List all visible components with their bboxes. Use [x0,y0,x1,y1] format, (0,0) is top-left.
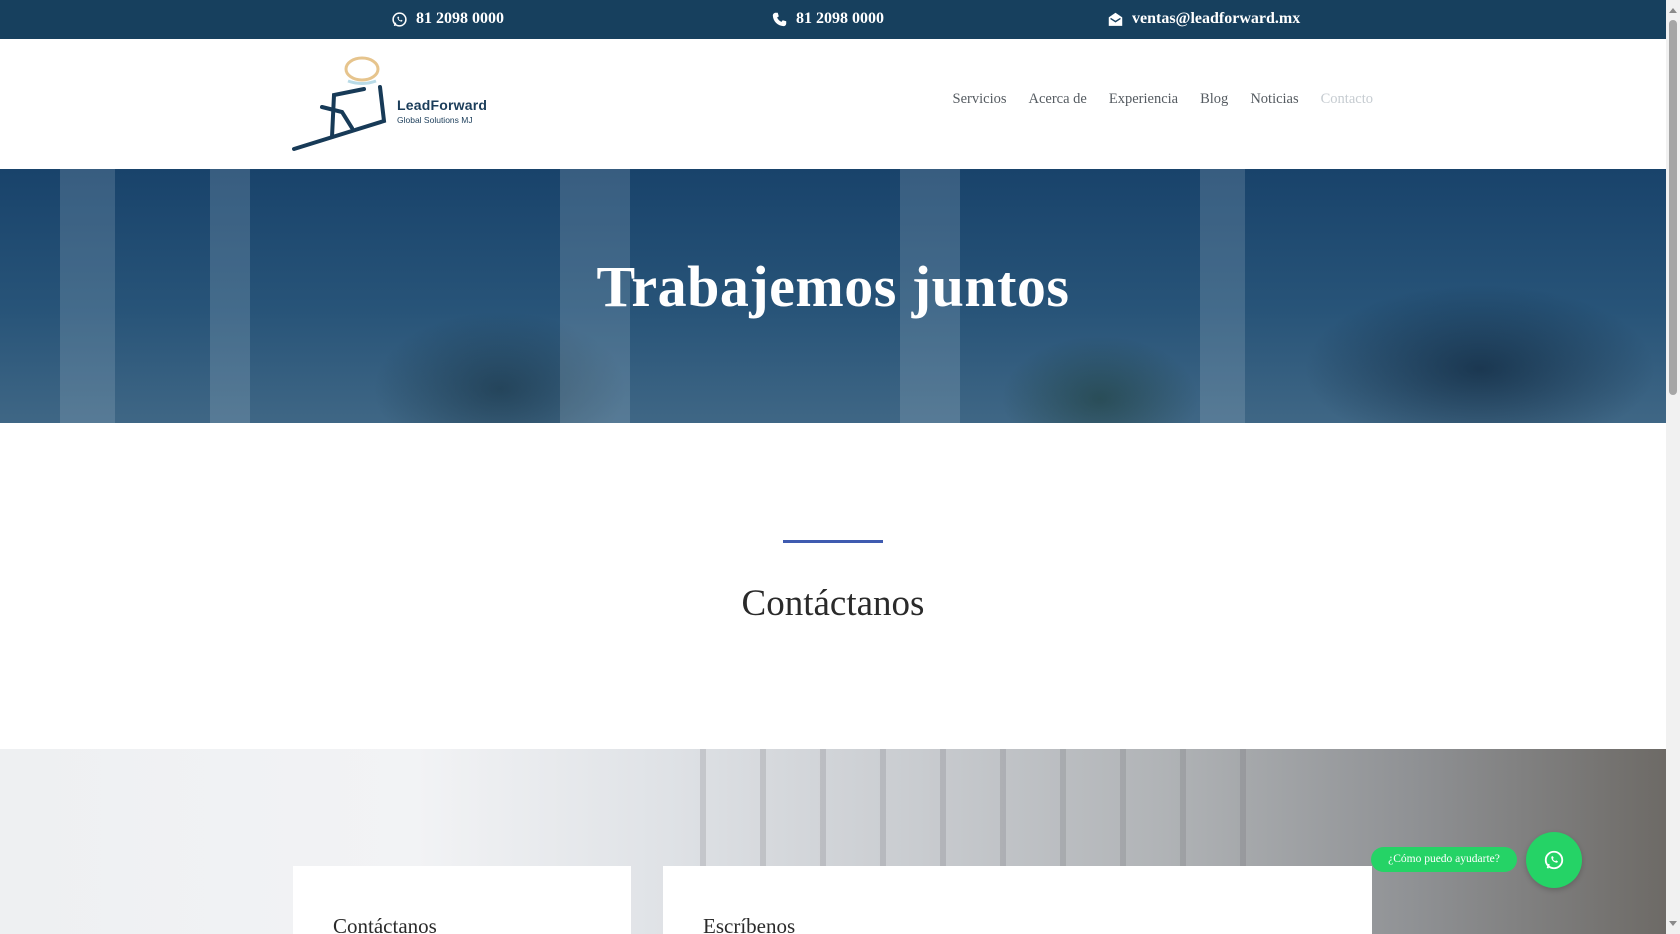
contact-form-card: Escríbenos [663,866,1372,934]
site-logo[interactable]: LeadForward Global Solutions MJ [292,55,492,155]
heading-accent-divider [783,540,883,543]
scroll-down-arrow-icon[interactable] [1669,921,1677,926]
nav-item-blog[interactable]: Blog [1200,91,1228,108]
logo-brand-name: LeadForward [397,97,488,113]
section-title: Contáctanos [741,583,925,624]
whatsapp-number: 81 2098 0000 [416,10,504,27]
hero-banner: Trabajemos juntos [0,169,1666,423]
logo-tagline: Global Solutions MJ [397,115,473,125]
phone-icon [772,12,787,26]
top-contact-bar: 81 2098 0000 81 2098 0000 ventas@leadfor… [0,0,1666,39]
card-title: Escríbenos [703,914,796,934]
nav-item-acerca-de[interactable]: Acerca de [1029,91,1087,108]
email-contact-link[interactable]: ventas@leadforward.mx [1107,9,1300,29]
logo-mark [292,56,387,151]
site-header: LeadForward Global Solutions MJ Servicio… [0,39,1666,169]
nav-item-contacto[interactable]: Contacto [1321,91,1373,108]
contact-section-heading: Contáctanos [0,423,1666,749]
hero-title: Trabajemos juntos [596,254,1070,319]
nav-item-servicios[interactable]: Servicios [953,91,1007,108]
scroll-up-arrow-icon[interactable] [1669,8,1677,13]
phone-number: 81 2098 0000 [796,10,884,27]
whatsapp-contact-link[interactable]: 81 2098 0000 [391,9,504,29]
whatsapp-chat-button[interactable] [1526,832,1582,888]
contact-cards-band: Contáctanos Escríbenos [0,749,1666,934]
page-scrollbar[interactable] [1666,0,1680,934]
whatsapp-icon [392,11,407,27]
email-address: ventas@leadforward.mx [1132,10,1301,27]
card-title: Contáctanos [333,914,437,934]
nav-item-noticias[interactable]: Noticias [1250,91,1298,108]
whatsapp-icon [1544,850,1564,870]
phone-contact-link[interactable]: 81 2098 0000 [771,9,884,29]
nav-item-experiencia[interactable]: Experiencia [1109,91,1178,108]
scrollbar-thumb[interactable] [1669,20,1677,395]
envelope-icon [1108,12,1123,26]
contact-info-card: Contáctanos [293,866,631,934]
main-navigation: Servicios Acerca de Experiencia Blog Not… [953,91,1373,108]
whatsapp-chat-prompt[interactable]: ¿Cómo puedo ayudarte? [1371,847,1517,872]
